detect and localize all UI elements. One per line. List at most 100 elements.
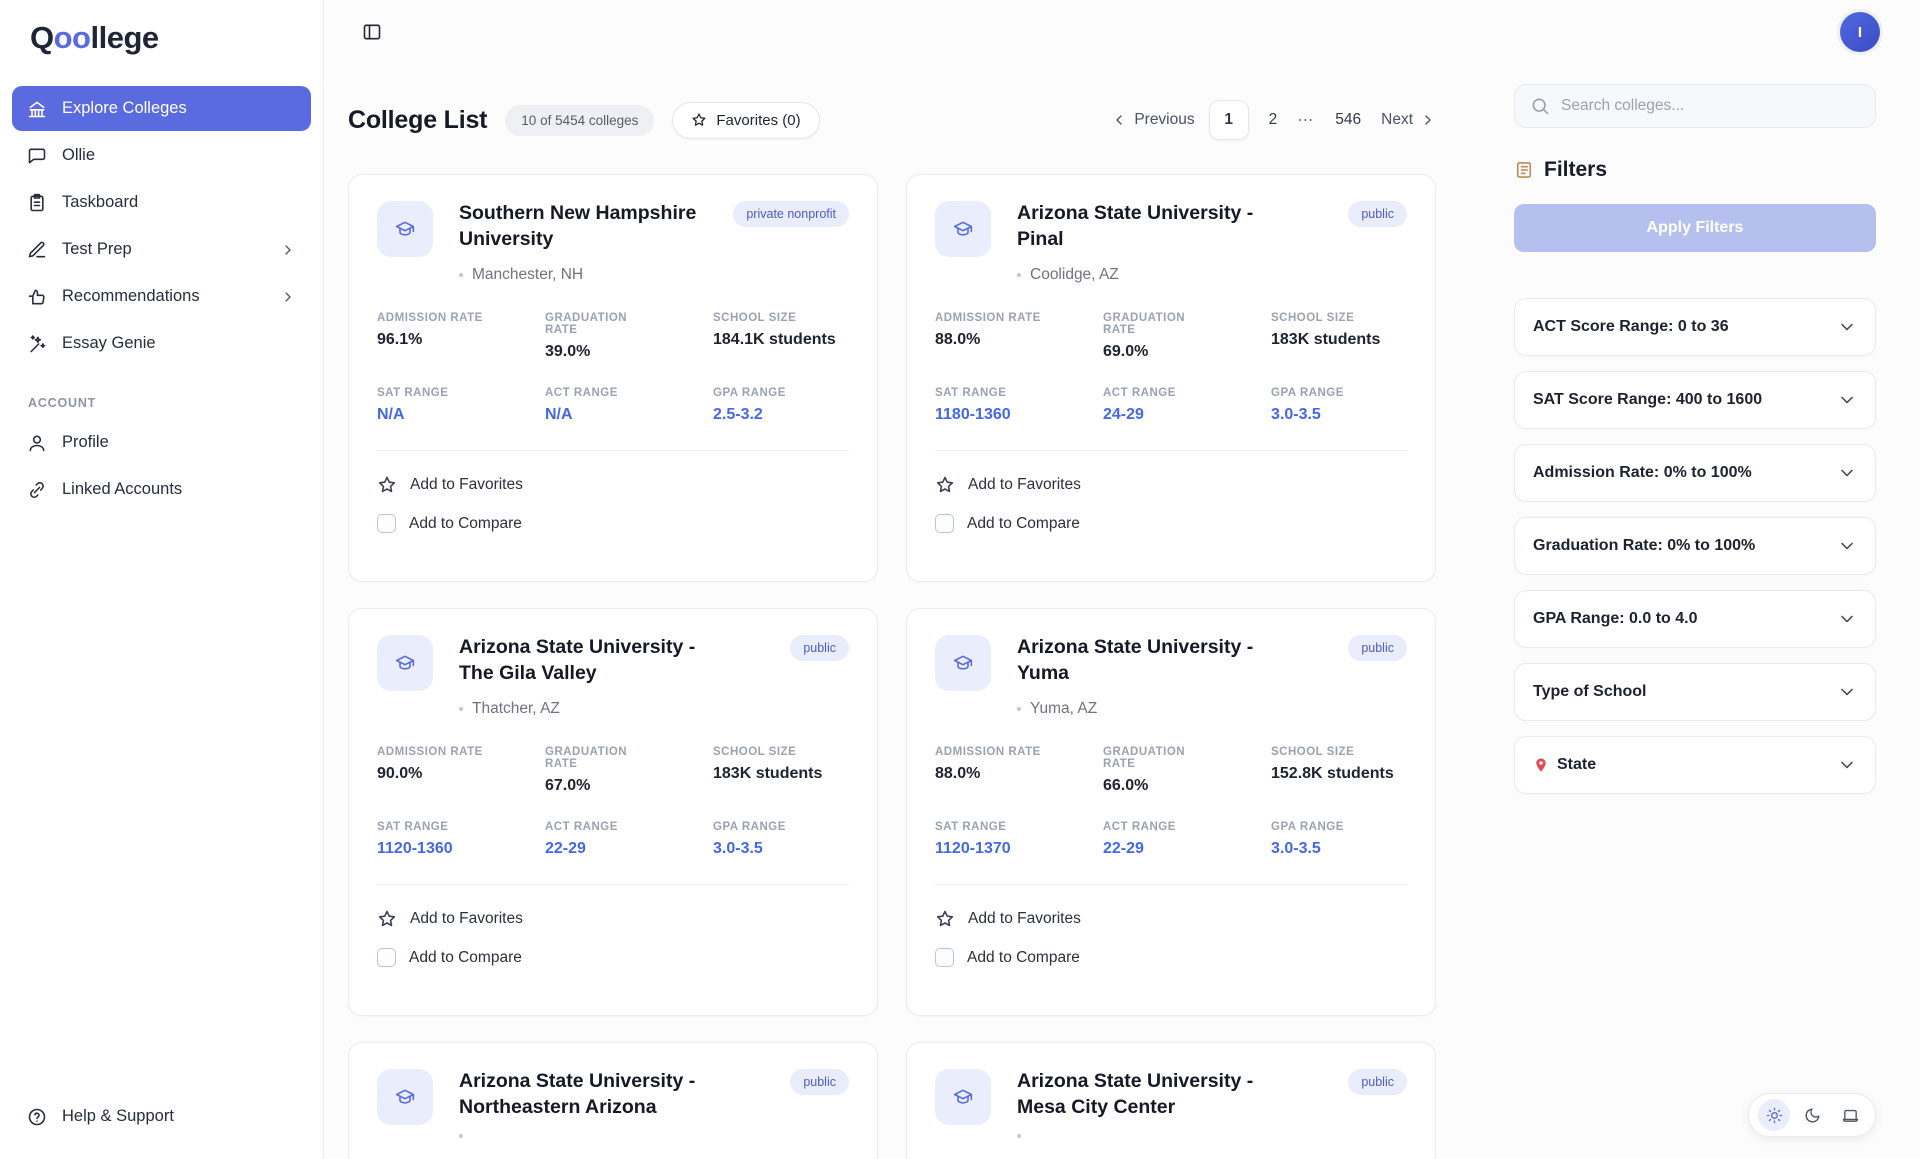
search-input[interactable] xyxy=(1561,97,1860,115)
filter-state[interactable]: State xyxy=(1514,736,1876,794)
stat-value: 88.0% xyxy=(935,331,1103,349)
stat-sat-range: SAT RANGE 1180-1360 xyxy=(935,387,1103,424)
college-location-text: Manchester, NH xyxy=(472,266,583,284)
stat-value: 22-29 xyxy=(545,840,713,858)
card-header: Southern New Hampshire University privat… xyxy=(377,201,849,257)
user-icon xyxy=(27,433,47,453)
sidebar-item-explore-colleges[interactable]: Explore Colleges xyxy=(12,86,311,131)
filter-graduation-rate[interactable]: Graduation Rate: 0% to 100% xyxy=(1514,517,1876,575)
sidebar-item-recommendations[interactable]: Recommendations xyxy=(12,274,311,319)
location-dot xyxy=(1017,1134,1021,1138)
filter-gpa-range[interactable]: GPA Range: 0.0 to 4.0 xyxy=(1514,590,1876,648)
stat-label: ACT RANGE xyxy=(545,387,713,399)
add-to-compare-label: Add to Compare xyxy=(409,949,522,967)
add-to-favorites-button[interactable]: Add to Favorites xyxy=(935,470,1407,500)
star-icon xyxy=(935,909,955,929)
pagination-ellipsis: ⋯ xyxy=(1297,110,1315,130)
sidebar-item-taskboard[interactable]: Taskboard xyxy=(12,180,311,225)
stat-label: ADMISSION RATE xyxy=(377,312,545,324)
light-theme-button[interactable] xyxy=(1758,1099,1790,1131)
college-card: Arizona State University - The Gila Vall… xyxy=(348,608,878,1016)
stat-sat-range: SAT RANGE 1120-1370 xyxy=(935,821,1103,858)
next-page-button[interactable]: Next xyxy=(1381,111,1436,129)
app-logo: Qoollege xyxy=(12,16,311,56)
topbar: I xyxy=(324,0,1920,64)
stat-label: GRADUATION RATE xyxy=(545,746,637,770)
college-avatar xyxy=(935,635,991,691)
sidebar-nav: Explore Colleges Ollie Taskboard Test Pr… xyxy=(12,86,311,366)
sidebar-item-label: Recommendations xyxy=(62,287,200,306)
sidebar-item-label: Test Prep xyxy=(62,240,132,259)
stat-label: GRADUATION RATE xyxy=(545,312,637,336)
college-location: Manchester, NH xyxy=(459,266,849,284)
stat-school-size: SCHOOL SIZE 183K students xyxy=(713,746,849,795)
sidebar-toggle-button[interactable] xyxy=(362,22,382,42)
college-type-badge: public xyxy=(790,1069,849,1095)
favorites-button[interactable]: Favorites (0) xyxy=(672,102,819,139)
sidebar-item-help-support[interactable]: Help & Support xyxy=(12,1094,311,1139)
college-card: Arizona State University - Pinal public … xyxy=(906,174,1436,582)
page-button-last[interactable]: 546 xyxy=(1329,107,1367,133)
college-type-badge: public xyxy=(1348,1069,1407,1095)
filter-admission-rate[interactable]: Admission Rate: 0% to 100% xyxy=(1514,444,1876,502)
filters-panel: Filters Apply Filters ACT Score Range: 0… xyxy=(1514,70,1876,1159)
stat-label: SAT RANGE xyxy=(935,821,1103,833)
college-cards-grid: Southern New Hampshire University privat… xyxy=(348,174,1436,1159)
apply-filters-button[interactable]: Apply Filters xyxy=(1514,204,1876,252)
chevron-down-icon xyxy=(1837,390,1857,410)
filter-sat-score-range[interactable]: SAT Score Range: 400 to 1600 xyxy=(1514,371,1876,429)
college-avatar xyxy=(377,201,433,257)
pencil-icon xyxy=(27,240,47,260)
add-to-favorites-button[interactable]: Add to Favorites xyxy=(377,904,849,934)
add-to-compare-row[interactable]: Add to Compare xyxy=(935,509,1407,538)
card-header: Arizona State University - Yuma public xyxy=(935,635,1407,691)
help-circle-icon xyxy=(27,1107,47,1127)
add-to-compare-row[interactable]: Add to Compare xyxy=(377,509,849,538)
stat-label: SCHOOL SIZE xyxy=(713,312,849,324)
college-stats: ADMISSION RATE 90.0% GRADUATION RATE 67.… xyxy=(377,746,849,858)
user-avatar[interactable]: I xyxy=(1840,12,1880,52)
filter-act-score-range[interactable]: ACT Score Range: 0 to 36 xyxy=(1514,298,1876,356)
college-type-badge: public xyxy=(790,635,849,661)
sidebar-item-linked-accounts[interactable]: Linked Accounts xyxy=(12,467,311,512)
college-card: Arizona State University - Northeastern … xyxy=(348,1042,878,1159)
sidebar-item-essay-genie[interactable]: Essay Genie xyxy=(12,321,311,366)
sidebar-item-ollie[interactable]: Ollie xyxy=(12,133,311,178)
sidebar-item-test-prep[interactable]: Test Prep xyxy=(12,227,311,272)
add-to-compare-row[interactable]: Add to Compare xyxy=(377,943,849,972)
compare-checkbox[interactable] xyxy=(935,948,954,967)
link-icon xyxy=(27,480,47,500)
stat-label: GPA RANGE xyxy=(1271,387,1407,399)
chevron-down-icon xyxy=(1837,463,1857,483)
college-card: Southern New Hampshire University privat… xyxy=(348,174,878,582)
divider xyxy=(377,884,849,885)
filter-type-of-school[interactable]: Type of School xyxy=(1514,663,1876,721)
compare-checkbox[interactable] xyxy=(935,514,954,533)
list-header: College List 10 of 5454 colleges Favorit… xyxy=(348,96,1436,144)
add-to-favorites-button[interactable]: Add to Favorites xyxy=(935,904,1407,934)
divider xyxy=(377,450,849,451)
stat-value: 88.0% xyxy=(935,765,1103,783)
star-icon xyxy=(691,112,707,128)
stat-label: SCHOOL SIZE xyxy=(713,746,849,758)
stat-school-size: SCHOOL SIZE 152.8K students xyxy=(1271,746,1407,795)
compare-checkbox[interactable] xyxy=(377,948,396,967)
graduation-cap-icon xyxy=(953,653,973,673)
college-location-text: Thatcher, AZ xyxy=(472,700,560,718)
logo-part: llege xyxy=(91,20,159,55)
add-to-compare-row[interactable]: Add to Compare xyxy=(935,943,1407,972)
previous-page-button[interactable]: Previous xyxy=(1111,111,1194,129)
college-avatar xyxy=(935,201,991,257)
add-to-favorites-button[interactable]: Add to Favorites xyxy=(377,470,849,500)
college-stats: ADMISSION RATE 88.0% GRADUATION RATE 66.… xyxy=(935,746,1407,858)
stat-label: ADMISSION RATE xyxy=(935,312,1103,324)
sidebar-item-label: Taskboard xyxy=(62,193,138,212)
college-avatar xyxy=(377,635,433,691)
dark-theme-button[interactable] xyxy=(1796,1099,1828,1131)
system-theme-button[interactable] xyxy=(1834,1099,1866,1131)
stat-school-size: SCHOOL SIZE 183K students xyxy=(1271,312,1407,361)
sidebar-item-profile[interactable]: Profile xyxy=(12,420,311,465)
page-button-1[interactable]: 1 xyxy=(1209,100,1249,140)
page-button-2[interactable]: 2 xyxy=(1263,107,1284,133)
compare-checkbox[interactable] xyxy=(377,514,396,533)
